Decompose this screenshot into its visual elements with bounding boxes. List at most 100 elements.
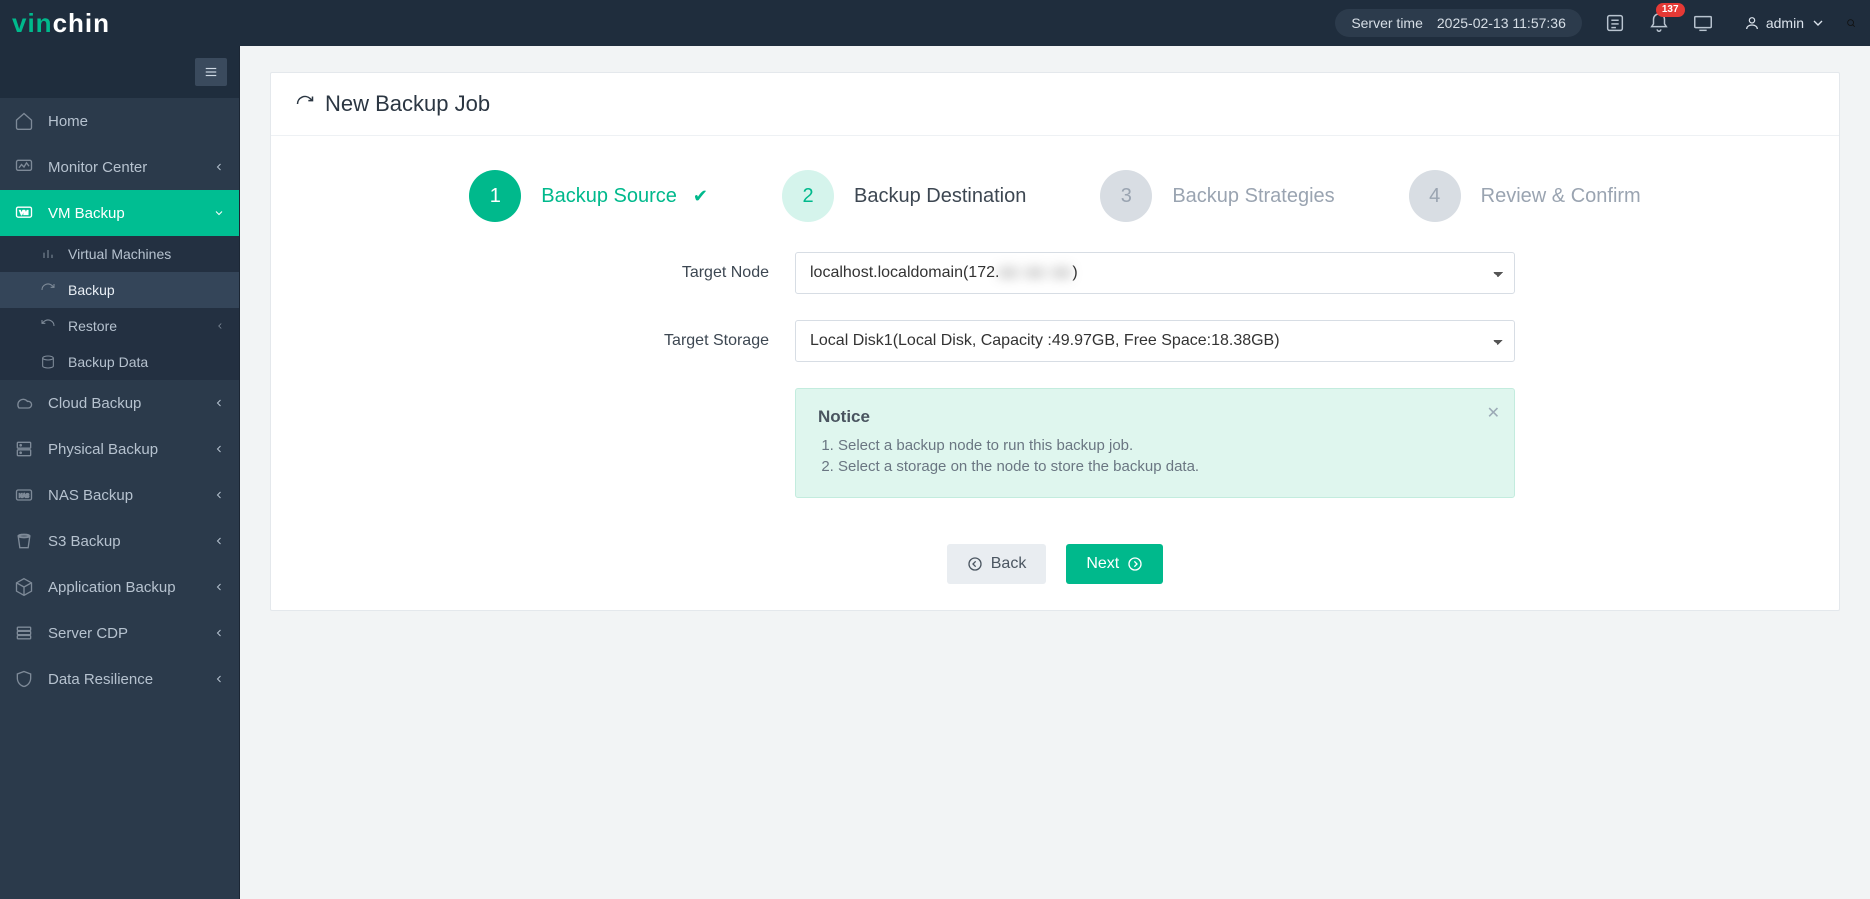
logo-part-1: vin xyxy=(12,8,53,39)
task-list-icon[interactable] xyxy=(1604,12,1626,34)
nas-icon: NAS xyxy=(14,485,34,505)
sidebar-item-vm-backup[interactable]: VM VM Backup xyxy=(0,190,239,236)
target-node-value-prefix: localhost.localdomain(172. xyxy=(810,264,999,282)
chevron-left-icon xyxy=(213,673,225,685)
svg-text:NAS: NAS xyxy=(19,494,30,500)
arrow-left-icon xyxy=(967,556,983,572)
sidebar-item-nas-backup[interactable]: NAS NAS Backup xyxy=(0,472,239,518)
target-node-value-suffix: ) xyxy=(1072,264,1077,282)
sidebar-subitem-virtual-machines[interactable]: Virtual Machines xyxy=(0,236,239,272)
server-time-label: Server time xyxy=(1351,15,1423,31)
notifications-icon[interactable]: 137 xyxy=(1648,12,1670,34)
target-node-value-redacted: xx xx xx xyxy=(999,264,1072,282)
step-number: 3 xyxy=(1100,170,1152,222)
target-node-label: Target Node xyxy=(595,264,795,282)
step-label: Backup Destination xyxy=(854,185,1026,208)
sidebar-item-label: Home xyxy=(48,113,88,130)
sidebar-collapse-button[interactable] xyxy=(195,58,227,86)
step-label: Backup Strategies xyxy=(1172,185,1334,208)
wizard-stepper: 1 Backup Source ✔ 2 Backup Destination 3… xyxy=(271,136,1839,252)
chevron-left-icon xyxy=(213,161,225,173)
sidebar-subitem-backup[interactable]: Backup xyxy=(0,272,239,308)
bars-icon xyxy=(40,246,56,262)
notice-line: Select a storage on the node to store th… xyxy=(838,458,1492,475)
vm-icon: VM xyxy=(14,203,34,223)
sidebar-item-s3-backup[interactable]: S3 Backup xyxy=(0,518,239,564)
new-backup-job-panel: New Backup Job 1 Backup Source ✔ 2 Backu… xyxy=(270,72,1840,611)
step-label: Backup Source xyxy=(541,185,677,208)
target-storage-label: Target Storage xyxy=(595,332,795,350)
page-title: New Backup Job xyxy=(325,91,490,117)
server-icon xyxy=(14,439,34,459)
step-backup-strategies[interactable]: 3 Backup Strategies xyxy=(1100,170,1334,222)
chevron-down-icon xyxy=(213,207,225,219)
target-storage-select[interactable]: Local Disk1(Local Disk, Capacity :49.97G… xyxy=(795,320,1515,362)
server-time-pill: Server time 2025-02-13 11:57:36 xyxy=(1335,9,1582,37)
sidebar-sublist-vm-backup: Virtual Machines Backup Restore Backup D… xyxy=(0,236,239,380)
sidebar-item-server-cdp[interactable]: Server CDP xyxy=(0,610,239,656)
wizard-buttons: Back Next xyxy=(271,528,1839,610)
step-backup-source[interactable]: 1 Backup Source ✔ xyxy=(469,170,708,222)
sidebar-item-label: Physical Backup xyxy=(48,441,158,458)
check-icon: ✔ xyxy=(693,186,708,207)
sidebar-item-application-backup[interactable]: Application Backup xyxy=(0,564,239,610)
notice-close-button[interactable]: ✕ xyxy=(1487,403,1500,423)
search-icon[interactable] xyxy=(1846,2,1856,44)
sidebar-item-label: Cloud Backup xyxy=(48,395,141,412)
chevron-left-icon xyxy=(213,397,225,409)
app-header: vin chin Server time 2025-02-13 11:57:36… xyxy=(0,0,1870,46)
monitor-icon xyxy=(14,157,34,177)
content-area: New Backup Job 1 Backup Source ✔ 2 Backu… xyxy=(240,46,1870,899)
logo-part-2: chin xyxy=(53,8,110,39)
chevron-left-icon xyxy=(213,627,225,639)
server-time-value: 2025-02-13 11:57:36 xyxy=(1437,15,1566,31)
sidebar-item-label: Application Backup xyxy=(48,579,176,596)
sidebar-item-label: Restore xyxy=(68,318,117,334)
step-review-confirm[interactable]: 4 Review & Confirm xyxy=(1409,170,1641,222)
chevron-left-icon xyxy=(213,581,225,593)
svg-text:VM: VM xyxy=(20,211,29,217)
sidebar-item-label: VM Backup xyxy=(48,205,125,222)
display-icon[interactable] xyxy=(1692,12,1714,34)
refresh-icon xyxy=(40,282,56,298)
database-icon xyxy=(40,354,56,370)
panel-header: New Backup Job xyxy=(271,73,1839,136)
sidebar-item-home[interactable]: Home xyxy=(0,98,239,144)
target-node-select[interactable]: localhost.localdomain(172.xx xx xx) xyxy=(795,252,1515,294)
arrow-right-icon xyxy=(1127,556,1143,572)
next-button[interactable]: Next xyxy=(1066,544,1163,584)
chevron-left-icon xyxy=(215,321,225,331)
step-number: 2 xyxy=(782,170,834,222)
sidebar-item-monitor-center[interactable]: Monitor Center xyxy=(0,144,239,190)
chevron-left-icon xyxy=(213,443,225,455)
notification-badge: 137 xyxy=(1656,3,1685,17)
sidebar-subitem-restore[interactable]: Restore xyxy=(0,308,239,344)
username-label: admin xyxy=(1766,15,1804,31)
home-icon xyxy=(14,111,34,131)
sidebar-item-label: Virtual Machines xyxy=(68,246,171,262)
sidebar-item-data-resilience[interactable]: Data Resilience xyxy=(0,656,239,702)
user-menu[interactable]: admin xyxy=(1744,15,1826,31)
undo-icon xyxy=(40,318,56,334)
step-number: 1 xyxy=(469,170,521,222)
sidebar-item-label: Server CDP xyxy=(48,625,128,642)
chevron-down-icon xyxy=(1810,15,1826,31)
sidebar-item-cloud-backup[interactable]: Cloud Backup xyxy=(0,380,239,426)
sidebar-subitem-backup-data[interactable]: Backup Data xyxy=(0,344,239,380)
notice-title: Notice xyxy=(818,407,1492,427)
sidebar-item-label: Backup xyxy=(68,282,115,298)
brand-logo: vin chin xyxy=(12,8,110,39)
sidebar-item-label: S3 Backup xyxy=(48,533,121,550)
bucket-icon xyxy=(14,531,34,551)
sidebar: Home Monitor Center VM VM Backup Virtual… xyxy=(0,46,240,899)
sidebar-item-label: Data Resilience xyxy=(48,671,153,688)
sidebar-item-label: NAS Backup xyxy=(48,487,133,504)
sidebar-item-physical-backup[interactable]: Physical Backup xyxy=(0,426,239,472)
next-button-label: Next xyxy=(1086,555,1119,573)
stack-icon xyxy=(14,623,34,643)
step-backup-destination[interactable]: 2 Backup Destination xyxy=(782,170,1026,222)
notice-box: ✕ Notice Select a backup node to run thi… xyxy=(795,388,1515,498)
sidebar-item-label: Monitor Center xyxy=(48,159,147,176)
step-number: 4 xyxy=(1409,170,1461,222)
back-button[interactable]: Back xyxy=(947,544,1047,584)
